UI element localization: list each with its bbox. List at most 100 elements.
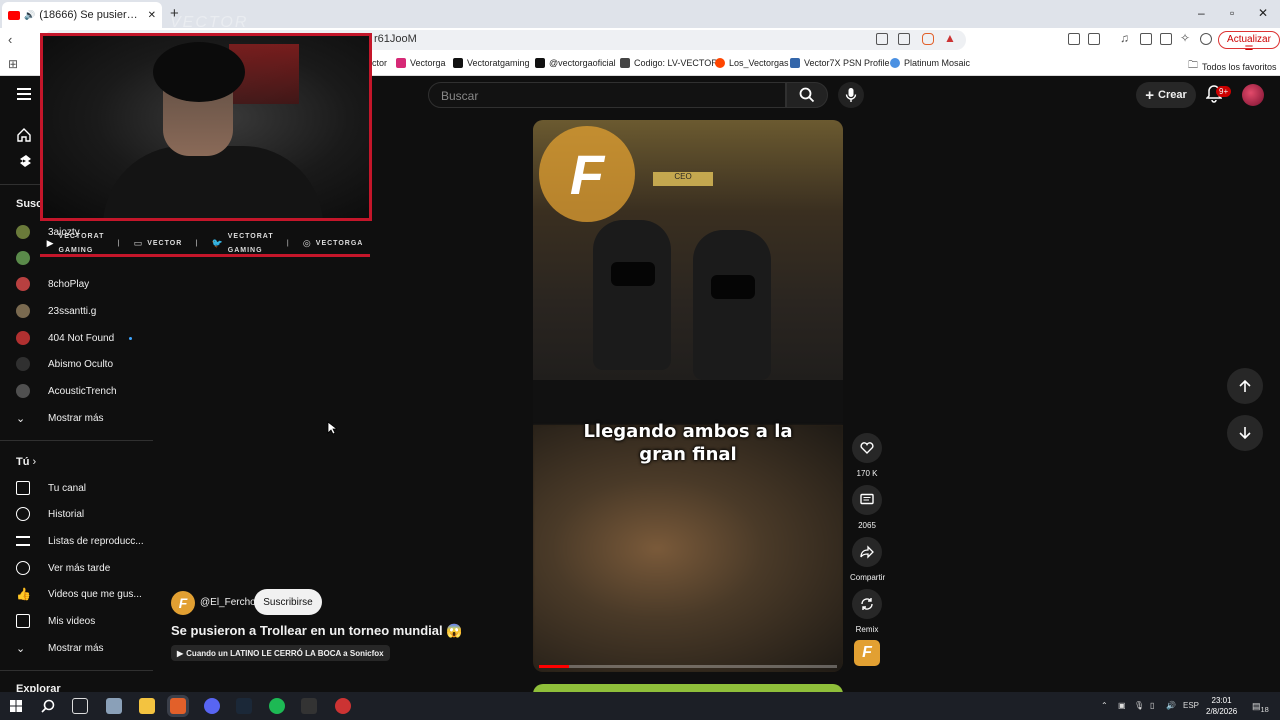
music-icon[interactable]: ♫ — [1120, 31, 1129, 45]
search-icon — [799, 87, 815, 103]
discord-icon[interactable] — [204, 698, 220, 714]
windows-start-icon[interactable] — [10, 700, 22, 712]
sidebar-item-subscription[interactable]: 23ssantti.g — [16, 301, 96, 321]
social-label: VECTORAT — [58, 233, 105, 240]
spotify-icon[interactable] — [269, 698, 285, 714]
comments-circle — [852, 485, 882, 515]
channel-avatar[interactable]: F — [171, 591, 195, 615]
create-button[interactable]: + Crear — [1136, 82, 1196, 108]
bookmark-item[interactable]: @vectorgaoficial — [535, 58, 616, 68]
sidebar-item-subscription[interactable]: 404 Not Found — [16, 328, 114, 348]
sidebar-item-liked-videos[interactable]: 👍 Videos que me gus... — [16, 584, 142, 604]
like-button[interactable]: 170 K — [850, 433, 884, 478]
channel-name[interactable]: @El_Fercho — [200, 597, 256, 608]
show-more-you[interactable]: ⌄ Mostrar más — [16, 638, 104, 658]
video-progress-bar[interactable] — [539, 665, 837, 668]
sidebar-toggle-icon[interactable] — [1088, 33, 1100, 45]
shorts-video-player[interactable]: CEO F Llegando ambos a la gran final — [533, 120, 843, 672]
platinum-icon — [890, 58, 900, 68]
account-avatar[interactable] — [1242, 84, 1264, 106]
bookmark-item[interactable]: ctor — [372, 58, 387, 68]
caption-line: gran final — [639, 444, 737, 465]
obs-icon[interactable] — [335, 698, 351, 714]
update-button[interactable]: Actualizar ☰ — [1218, 31, 1280, 56]
playlist-icon — [16, 536, 30, 546]
show-more-subscriptions[interactable]: ⌄ Mostrar más — [16, 408, 104, 428]
language-indicator[interactable]: ESP — [1183, 701, 1199, 710]
sidebar-item-subscription[interactable]: Abismo Oculto — [16, 354, 113, 374]
apps-grid-icon[interactable]: ⊞ — [8, 57, 18, 71]
microphone-icon — [845, 88, 857, 102]
related-video-link[interactable]: ▶ Cuando un LATINO LE CERRÓ LA BOCA a Son… — [171, 645, 390, 661]
sidebar-item-my-videos[interactable]: Mis videos — [16, 611, 95, 631]
channel-avatar — [16, 331, 30, 345]
sidebar-item-history[interactable]: Historial — [16, 504, 84, 524]
browser-tab[interactable]: 🔊 (18666) Se pusieron a Trollear ✕ — [2, 2, 162, 28]
bookmark-item[interactable]: Los_Vectorgas — [715, 58, 789, 68]
sidebar-item-subscription[interactable]: 8choPlay — [16, 274, 89, 294]
system-clock[interactable]: 23:01 2/8/2026 — [1206, 695, 1237, 717]
restore-button[interactable]: ▫ — [1230, 6, 1234, 20]
bookmark-item[interactable]: Platinum Mosaic — [890, 58, 970, 68]
share-page-icon[interactable] — [898, 33, 910, 45]
home-icon[interactable] — [17, 128, 31, 142]
search-input[interactable]: Buscar — [428, 82, 786, 108]
tray-mic-icon[interactable]: 🎙 — [1134, 701, 1144, 710]
notification-badge: 9+ — [1216, 86, 1232, 97]
search-button[interactable] — [786, 82, 828, 108]
all-favorites-folder[interactable]: 🗀 Todos los favoritos — [1188, 58, 1277, 75]
speaker-icon[interactable]: 🔊 — [24, 10, 35, 21]
brave-shield-icon[interactable] — [922, 33, 934, 45]
comments-button[interactable]: 2065 — [850, 485, 884, 530]
reading-list-icon[interactable] — [1140, 33, 1152, 45]
sidebar-item-playlists[interactable]: Listas de reproducc... — [16, 531, 144, 551]
caption-line: Llegando ambos a la — [583, 421, 793, 442]
voice-search-button[interactable] — [838, 82, 864, 108]
bookmark-item[interactable]: Codigo: LV-VECTOR — [620, 58, 718, 68]
app-icon[interactable] — [301, 698, 317, 714]
previous-short-button[interactable] — [1227, 368, 1263, 404]
subscriptions-heading[interactable]: Susc — [16, 198, 42, 210]
cast-icon[interactable] — [876, 33, 888, 45]
subscribe-button[interactable]: Suscribirse — [254, 589, 322, 615]
leo-icon[interactable]: ✧ — [1180, 31, 1190, 45]
next-short-button[interactable] — [1227, 415, 1263, 451]
app-icon[interactable] — [106, 698, 122, 714]
vpn-icon[interactable] — [1200, 33, 1212, 45]
sidebar-item-watch-later[interactable]: Ver más tarde — [16, 558, 110, 578]
minimize-button[interactable]: – — [1198, 6, 1205, 20]
bookmark-item[interactable]: Vectoratgaming — [453, 58, 530, 68]
twitch-icon: ▭ — [133, 238, 144, 248]
notification-center-icon[interactable]: ▤18 — [1252, 701, 1269, 714]
steam-icon[interactable] — [236, 698, 252, 714]
reddit-icon — [715, 58, 725, 68]
remix-button[interactable]: Remix — [850, 589, 884, 634]
shorts-icon[interactable] — [17, 154, 31, 168]
sound-thumbnail[interactable]: F — [854, 640, 880, 666]
rewards-triangle-icon[interactable]: ▲ — [944, 31, 956, 45]
brave-browser-icon[interactable] — [170, 698, 186, 714]
sidebar-item-your-channel[interactable]: Tu canal — [16, 478, 86, 498]
share-button[interactable]: Compartir — [850, 537, 885, 582]
you-heading[interactable]: Tú › — [16, 456, 36, 468]
back-arrow-icon[interactable]: ‹ — [8, 32, 12, 47]
close-window-button[interactable]: ✕ — [1258, 6, 1268, 20]
tray-chevron-up-icon[interactable]: ⌃ — [1101, 701, 1108, 710]
file-explorer-icon[interactable] — [139, 698, 155, 714]
bookmark-item[interactable]: Vectorga — [396, 58, 446, 68]
menu-icon[interactable] — [17, 88, 31, 103]
bookmark-item[interactable]: Vector7X PSN Profile — [790, 58, 890, 68]
close-tab-icon[interactable]: ✕ — [148, 10, 156, 21]
show-more-label: Mostrar más — [48, 642, 104, 654]
psn-icon — [790, 58, 800, 68]
sidebar-item-subscription[interactable]: AcousticTrench — [16, 381, 117, 401]
extensions-icon[interactable] — [1068, 33, 1080, 45]
tray-app-icon[interactable]: ▣ — [1118, 701, 1126, 710]
taskbar-search-icon[interactable] — [41, 699, 55, 713]
task-view-icon[interactable] — [72, 698, 88, 714]
network-icon[interactable]: ▯ — [1150, 701, 1154, 710]
like-icon: 👍 — [16, 587, 31, 601]
volume-icon[interactable]: 🔊 — [1166, 701, 1176, 710]
tab-title: (18666) Se pusieron a Trollear — [39, 9, 143, 21]
wallet-icon[interactable] — [1160, 33, 1172, 45]
